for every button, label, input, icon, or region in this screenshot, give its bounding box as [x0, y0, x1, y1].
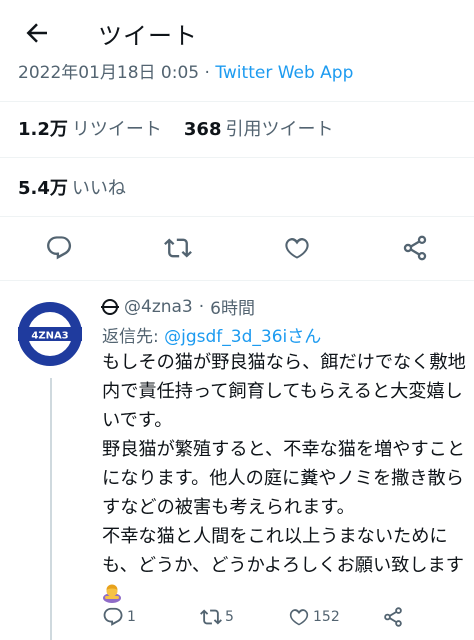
reply-count: 1 — [127, 609, 136, 625]
reply-to-mention[interactable]: @jgsdf_3d_36iさん — [164, 327, 321, 347]
divider — [0, 216, 474, 217]
reply-time[interactable]: 6時間 — [210, 294, 255, 319]
reply-reply-button[interactable]: 1 — [102, 606, 136, 628]
reply-icon — [103, 607, 123, 626]
like-icon — [289, 609, 309, 626]
separator: · — [199, 63, 216, 83]
retweet-icon[interactable] — [164, 234, 192, 262]
reply-retweet-button[interactable]: 5 — [200, 606, 234, 628]
retweet-quote-stats: 1.2万 リツイート 368 引用ツイート — [18, 115, 333, 141]
reply-icon[interactable] — [45, 234, 73, 262]
reply-paragraph: 不幸な猫と人間をこれ以上うまないためにも、どうか、どうかよろしくお願い致します — [102, 522, 468, 609]
reply-tweet[interactable]: 4ZNA3 @4zna3 · 6時間 返信先: @jgsdf_3d_36iさん … — [0, 284, 474, 640]
reply-body: もしその猫が野良猫なら、餌だけでなく敷地内で責任持って飼育してもらえると大変嬉し… — [102, 348, 468, 609]
quotes-count[interactable]: 368 — [184, 119, 222, 140]
source-link[interactable]: Twitter Web App — [215, 63, 353, 83]
person-bowing-emoji — [103, 584, 121, 603]
retweets-count[interactable]: 1.2万 — [18, 115, 68, 141]
separator: · — [198, 296, 205, 317]
quotes-label[interactable]: 引用ツイート — [225, 115, 333, 141]
reply-paragraph: 野良猫が繁殖すると、不幸な猫を増やすことになります。他人の庭に糞やノミを撒き散ら… — [102, 439, 466, 518]
divider — [0, 280, 474, 281]
display-name-symbol-icon[interactable] — [101, 298, 119, 315]
divider — [0, 157, 474, 158]
reply-share-button[interactable] — [382, 606, 404, 628]
likes-stats: 5.4万 いいね — [18, 174, 126, 200]
share-icon[interactable] — [401, 234, 429, 262]
share-icon — [384, 607, 402, 627]
reply-like-button[interactable]: 152 — [288, 606, 340, 628]
reply-paragraph-text: 不幸な猫と人間をこれ以上うまないためにも、どうか、どうかよろしくお願い致します — [102, 526, 464, 576]
top-bar: ツイート — [0, 0, 474, 64]
arrow-left-icon[interactable] — [22, 18, 52, 48]
retweet-count: 5 — [225, 609, 234, 625]
tweet-action-bar — [0, 222, 474, 274]
reply-action-bar: 1 5 152 — [102, 606, 462, 634]
replying-to: 返信先: @jgsdf_3d_36iさん — [102, 322, 321, 347]
likes-label[interactable]: いいね — [72, 174, 126, 200]
avatar-text: 4ZNA3 — [31, 331, 68, 342]
roundel-logo-icon: 4ZNA3 — [18, 302, 82, 366]
like-icon[interactable] — [283, 234, 311, 262]
reply-header: @4zna3 · 6時間 — [101, 294, 255, 319]
avatar[interactable]: 4ZNA3 — [16, 300, 84, 368]
timestamp-text[interactable]: 2022年01月18日 0:05 — [18, 63, 199, 83]
retweets-label[interactable]: リツイート — [72, 115, 162, 141]
reply-paragraph: もしその猫が野良猫なら、餌だけでなく敷地内で責任持って飼育してもらえると大変嬉し… — [102, 352, 466, 431]
page-title: ツイート — [98, 22, 198, 50]
reply-to-label: 返信先: — [102, 327, 165, 347]
retweet-icon — [200, 609, 222, 625]
thread-line — [50, 378, 52, 640]
divider — [0, 101, 474, 102]
likes-count[interactable]: 5.4万 — [18, 174, 68, 200]
like-count: 152 — [313, 609, 340, 625]
reply-handle[interactable]: @4zna3 — [124, 297, 193, 317]
